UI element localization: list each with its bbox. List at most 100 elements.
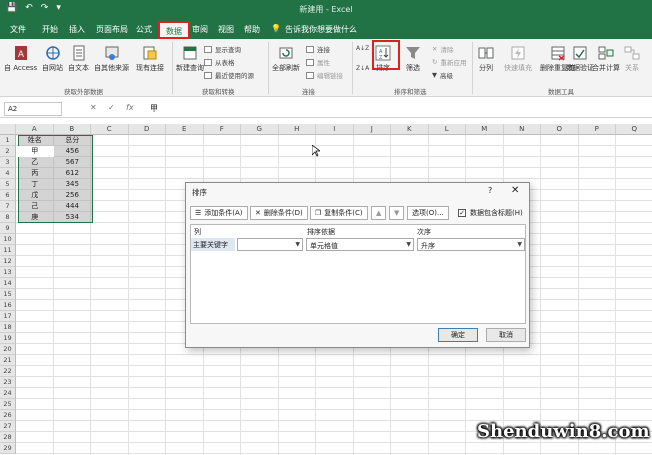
- row-header-7[interactable]: 7: [0, 201, 16, 212]
- column-header-p[interactable]: P: [578, 124, 616, 135]
- cell-b8[interactable]: 534: [54, 212, 92, 223]
- row-header-5[interactable]: 5: [0, 179, 16, 190]
- from-access-button[interactable]: A 自 Access: [4, 45, 37, 73]
- cell-a7[interactable]: 己: [16, 201, 54, 212]
- ok-button[interactable]: 确定: [438, 328, 478, 342]
- row-header-21[interactable]: 21: [0, 355, 16, 366]
- cell-b2[interactable]: 456: [54, 146, 92, 157]
- tab-formulas[interactable]: 公式: [136, 24, 152, 35]
- cell-b3[interactable]: 567: [54, 157, 92, 168]
- row-header-25[interactable]: 25: [0, 399, 16, 410]
- column-header-f[interactable]: F: [203, 124, 241, 135]
- column-header-a[interactable]: A: [16, 124, 54, 135]
- move-down-button[interactable]: ▼: [389, 206, 405, 220]
- cell-a6[interactable]: 戊: [16, 190, 54, 201]
- from-web-button[interactable]: 自网站: [42, 45, 63, 73]
- row-header-11[interactable]: 11: [0, 245, 16, 256]
- properties-button[interactable]: 属性: [306, 57, 330, 67]
- text-to-columns-button[interactable]: 分列: [478, 45, 494, 73]
- column-header-j[interactable]: J: [353, 124, 391, 135]
- consolidate-button[interactable]: 合并计算: [592, 45, 620, 73]
- relationships-button[interactable]: 关系: [624, 45, 640, 73]
- column-header-m[interactable]: M: [466, 124, 504, 135]
- from-table-button[interactable]: 从表格: [204, 57, 235, 67]
- help-icon[interactable]: ?: [488, 186, 492, 195]
- tab-review[interactable]: 审阅: [192, 24, 208, 35]
- row-header-9[interactable]: 9: [0, 223, 16, 234]
- tab-help[interactable]: 帮助: [244, 24, 260, 35]
- cell-b5[interactable]: 345: [54, 179, 92, 190]
- column-select[interactable]: ▼: [237, 238, 303, 251]
- from-text-button[interactable]: 自文本: [68, 45, 89, 73]
- row-header-20[interactable]: 20: [0, 344, 16, 355]
- options-button[interactable]: 选项(O)...: [407, 206, 449, 220]
- cell-b7[interactable]: 444: [54, 201, 92, 212]
- connections-button[interactable]: 连接: [306, 44, 330, 54]
- row-header-22[interactable]: 22: [0, 366, 16, 377]
- has-headers-checkbox[interactable]: ✓: [458, 209, 466, 217]
- order-select[interactable]: 升序 ▼: [417, 238, 525, 251]
- existing-connections-button[interactable]: 现有连接: [136, 45, 164, 73]
- add-level-button[interactable]: ☰ 添加条件(A): [190, 206, 248, 220]
- row-header-18[interactable]: 18: [0, 322, 16, 333]
- row-header-29[interactable]: 29: [0, 443, 16, 454]
- new-query-button[interactable]: 新建查询: [176, 45, 204, 73]
- cell-b4[interactable]: 612: [54, 168, 92, 179]
- cell-a8[interactable]: 庚: [16, 212, 54, 223]
- row-header-17[interactable]: 17: [0, 311, 16, 322]
- data-validation-button[interactable]: 数据验证: [566, 45, 594, 73]
- select-all-corner[interactable]: [0, 124, 16, 135]
- column-header-g[interactable]: G: [241, 124, 279, 135]
- close-icon[interactable]: ✕: [511, 185, 519, 196]
- column-header-l[interactable]: L: [428, 124, 466, 135]
- row-header-10[interactable]: 10: [0, 234, 16, 245]
- cell-a2[interactable]: 甲: [16, 146, 54, 157]
- column-header-h[interactable]: H: [278, 124, 316, 135]
- row-header-16[interactable]: 16: [0, 300, 16, 311]
- name-box[interactable]: A2: [4, 102, 62, 116]
- row-header-19[interactable]: 19: [0, 333, 16, 344]
- row-header-15[interactable]: 15: [0, 289, 16, 300]
- column-header-b[interactable]: B: [53, 124, 91, 135]
- clear-filter-button[interactable]: ✕ 清除: [432, 44, 453, 54]
- column-header-c[interactable]: C: [91, 124, 129, 135]
- advanced-filter-button[interactable]: ▼ 高级: [432, 70, 453, 80]
- recent-sources-button[interactable]: 最近使用的源: [204, 70, 254, 80]
- tell-me-search[interactable]: 告诉我你想要做什么: [285, 24, 357, 35]
- cancel-button[interactable]: 取消: [486, 328, 526, 342]
- row-header-12[interactable]: 12: [0, 256, 16, 267]
- reapply-button[interactable]: ↻ 重新应用: [432, 57, 466, 67]
- enter-icon[interactable]: ✓: [108, 103, 115, 112]
- row-header-28[interactable]: 28: [0, 432, 16, 443]
- filter-button[interactable]: 筛选: [405, 45, 421, 73]
- cell-a3[interactable]: 乙: [16, 157, 54, 168]
- row-header-24[interactable]: 24: [0, 388, 16, 399]
- row-header-26[interactable]: 26: [0, 410, 16, 421]
- show-queries-button[interactable]: 显示查询: [204, 44, 241, 54]
- tab-file[interactable]: 文件: [10, 24, 26, 35]
- row-header-23[interactable]: 23: [0, 377, 16, 388]
- row-header-13[interactable]: 13: [0, 267, 16, 278]
- formula-input[interactable]: 甲: [150, 103, 158, 114]
- cell-b6[interactable]: 256: [54, 190, 92, 201]
- row-header-14[interactable]: 14: [0, 278, 16, 289]
- cell-a4[interactable]: 丙: [16, 168, 54, 179]
- row-header-1[interactable]: 1: [0, 135, 16, 146]
- copy-level-button[interactable]: ❐ 复制条件(C): [310, 206, 368, 220]
- tab-insert[interactable]: 插入: [69, 24, 85, 35]
- cell-a5[interactable]: 丁: [16, 179, 54, 190]
- tab-page-layout[interactable]: 页面布局: [96, 24, 128, 35]
- column-header-q[interactable]: Q: [616, 124, 652, 135]
- tab-home[interactable]: 开始: [42, 24, 58, 35]
- column-header-d[interactable]: D: [128, 124, 166, 135]
- flash-fill-button[interactable]: 快速填充: [504, 45, 532, 73]
- row-header-3[interactable]: 3: [0, 157, 16, 168]
- sort-on-select[interactable]: 单元格值 ▼: [306, 238, 414, 251]
- column-header-o[interactable]: O: [541, 124, 579, 135]
- row-header-27[interactable]: 27: [0, 421, 16, 432]
- delete-level-button[interactable]: ✕ 删除条件(D): [250, 206, 308, 220]
- column-header-n[interactable]: N: [503, 124, 541, 135]
- edit-links-button[interactable]: 编辑链接: [306, 70, 343, 80]
- fx-icon[interactable]: fx: [126, 103, 134, 112]
- refresh-all-button[interactable]: 全部刷新: [272, 45, 300, 73]
